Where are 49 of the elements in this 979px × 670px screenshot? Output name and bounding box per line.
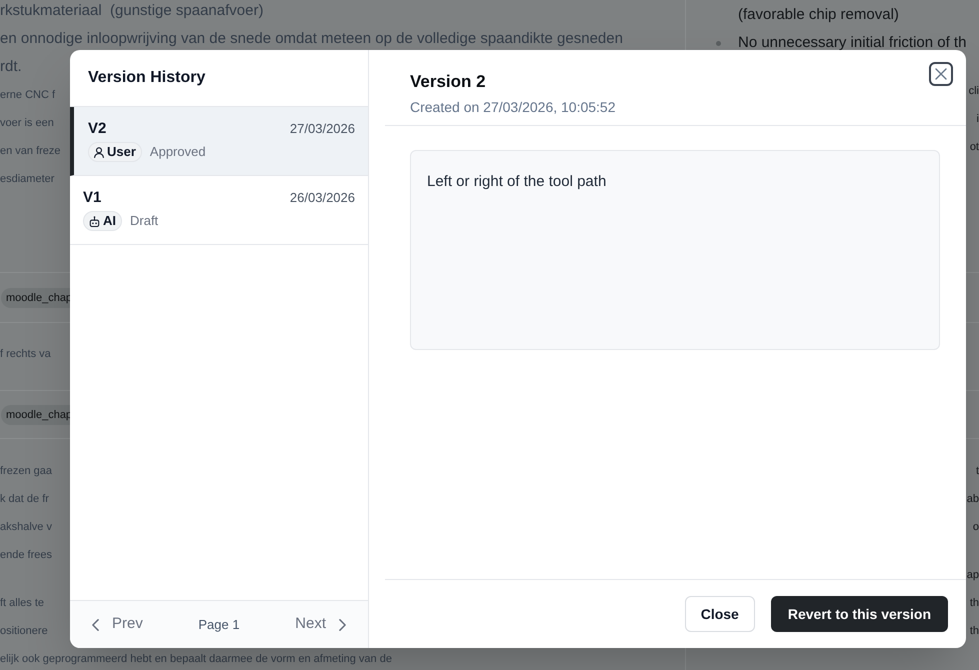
background-text: rdt.: [0, 57, 22, 77]
background-text: ap: [966, 568, 979, 583]
version-item[interactable]: V1 26/03/2026 AI Draft: [70, 176, 368, 245]
sidebar-title: Version History: [88, 68, 206, 88]
background-text: f rechts va: [0, 347, 51, 362]
created-date: Created on 27/03/2026, 10:05:52: [410, 98, 616, 117]
background-text: ab: [966, 492, 979, 507]
background-text: t: [976, 464, 979, 479]
author-name: User: [107, 143, 136, 162]
background-text: en van freze: [0, 144, 61, 159]
background-text: No unnecessary initial friction of th: [738, 33, 966, 53]
author-name: AI: [103, 212, 116, 230]
version-item[interactable]: V2 27/03/2026 User Approved: [70, 107, 368, 176]
background-text: ende frees: [0, 548, 52, 563]
background-text: (favorable chip removal): [738, 5, 899, 25]
background-text: th: [970, 596, 979, 611]
version-title: Version 2: [410, 71, 486, 93]
background-text: voer is een: [0, 116, 54, 131]
close-icon: [935, 68, 947, 80]
version-label: V2: [88, 118, 106, 139]
chevron-left-icon: [92, 618, 99, 630]
background-text: ositionere: [0, 624, 48, 639]
background-text: rkstukmateriaal (gunstige spaanafvoer): [0, 1, 264, 21]
background-text: en onnodige inloopwrijving van de snede omdat meteen op de volledige spaandikte gesneden: [0, 29, 623, 49]
chevron-right-icon: [338, 618, 346, 630]
version-status: Draft: [130, 212, 158, 230]
background-text: o: [972, 520, 979, 535]
background-text: th: [970, 624, 979, 639]
version-label: V1: [83, 188, 102, 208]
background-text: erne CNC f: [0, 88, 56, 103]
page-indicator: Page 1: [198, 616, 240, 634]
robot-icon: [89, 216, 100, 226]
revert-button[interactable]: Revert to this version: [770, 596, 948, 632]
version-date: 26/03/2026: [290, 189, 355, 208]
version-content: Left or right of the tool path: [427, 173, 606, 190]
background-text: ot: [970, 140, 979, 155]
background-text: akshalve v: [0, 520, 52, 535]
background-text: i: [976, 112, 979, 127]
background-text: frezen gaa: [0, 464, 52, 479]
background-text: cli: [968, 84, 979, 99]
version-status: Approved: [150, 143, 206, 162]
background-text: esdiameter: [0, 172, 54, 187]
background-text: k dat de fr: [0, 492, 49, 507]
version-date: 27/03/2026: [290, 120, 355, 138]
close-dialog-button[interactable]: [929, 62, 953, 86]
background-text: elijk ook geprogrammeerd hebt en bepaalt daarmee de vorm en afmeting van de: [0, 652, 392, 667]
background-text: ft alles te: [0, 596, 44, 611]
close-button[interactable]: Close: [684, 596, 755, 632]
person-icon: [94, 146, 104, 158]
